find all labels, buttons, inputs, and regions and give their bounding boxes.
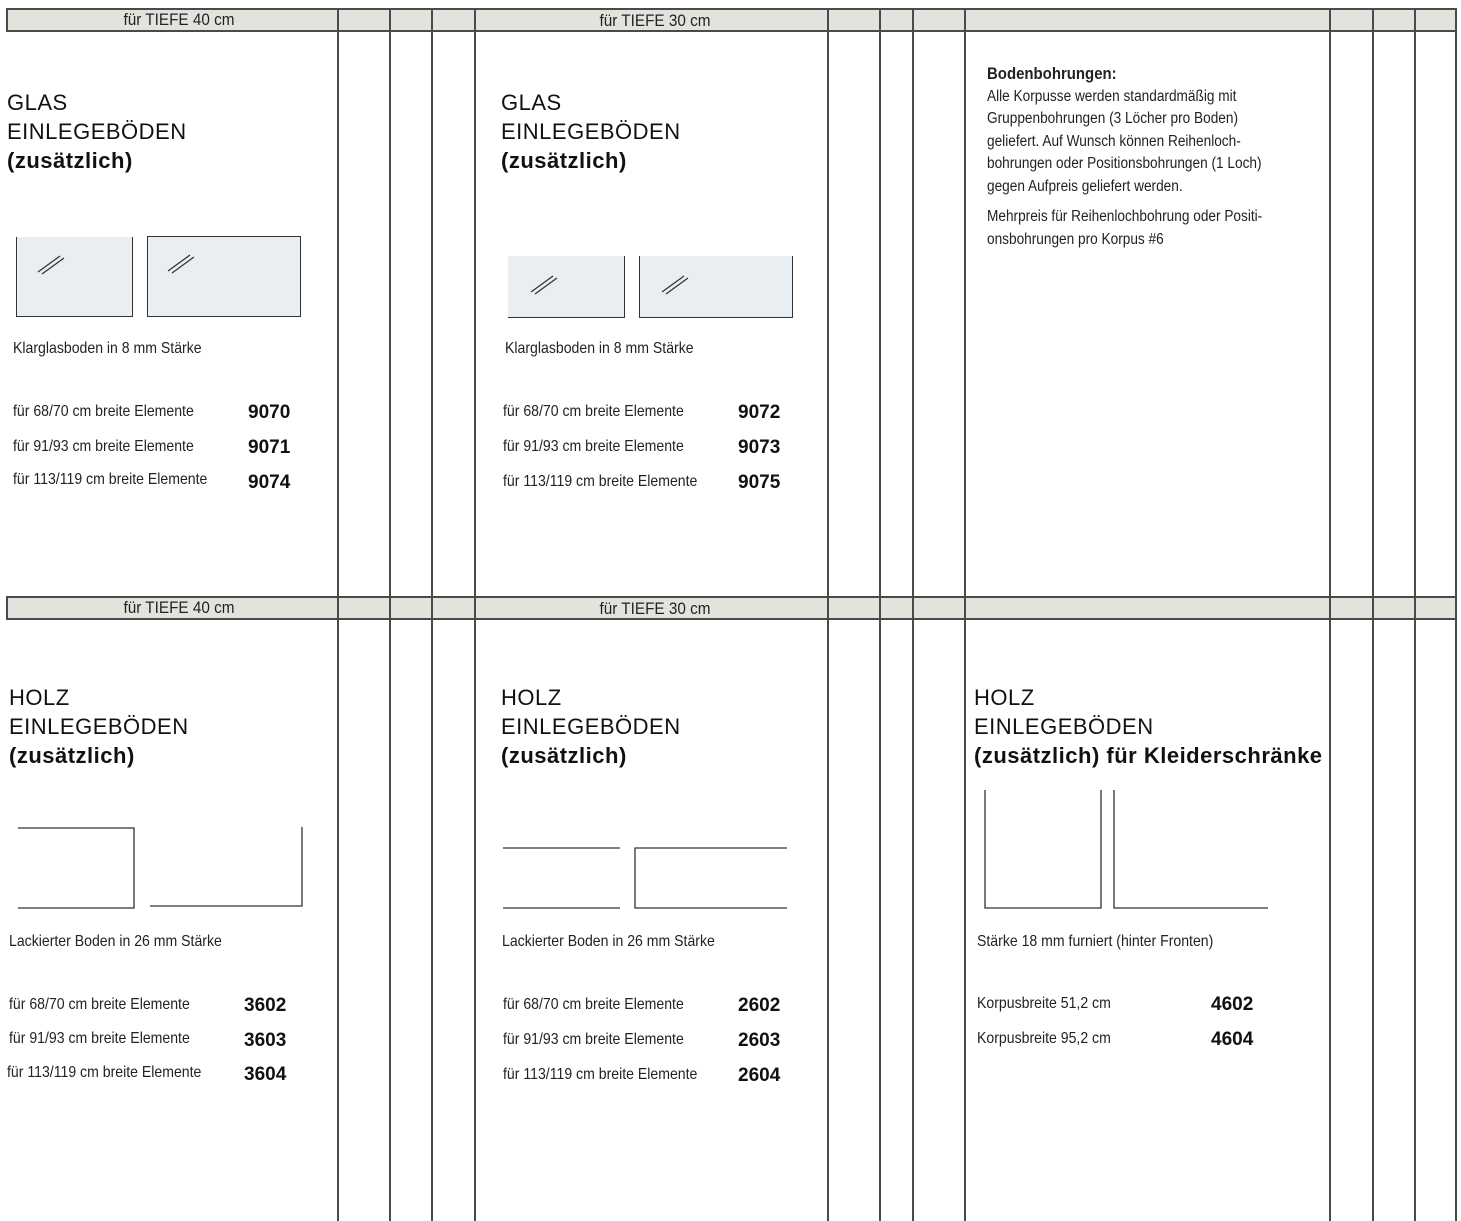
column-rule <box>431 8 433 1221</box>
title-line-bold: (zusätzlich) <box>501 148 627 173</box>
note-heading: Bodenbohrungen: <box>987 64 1117 83</box>
section-title: HOLZ EINLEGEBÖDEN (zusätzlich) für Kleid… <box>974 683 1323 770</box>
shelf-description: Stärke 18 mm furniert (hinter Fronten) <box>977 933 1214 950</box>
section-title: GLAS EINLEGEBÖDEN (zusätzlich) <box>7 88 187 175</box>
note-line: geliefert. Auf Wunsch können Reihenloch- <box>987 132 1241 150</box>
column-rule <box>337 8 339 1221</box>
title-line: EINLEGEBÖDEN <box>501 119 681 144</box>
article-number: 9071 <box>248 437 291 458</box>
column-rule <box>6 596 8 619</box>
article-number: 9075 <box>738 472 781 493</box>
note-line: gegen Aufpreis geliefert werden. <box>987 177 1183 195</box>
width-label: für 113/119 cm breite Elemente <box>503 473 698 490</box>
article-number: 3604 <box>244 1064 287 1085</box>
shelf-description: Lackierter Boden in 26 mm Stärke <box>502 933 715 950</box>
depth-label: für TIEFE 40 cm <box>123 598 235 617</box>
width-label: Korpusbreite 51,2 cm <box>977 995 1111 1012</box>
title-line-bold: (zusätzlich) <box>7 148 133 173</box>
note-paragraph: Alle Korpusse werden standardmäßig mit G… <box>987 86 1314 199</box>
width-label: für 68/70 cm breite Elemente <box>503 403 684 420</box>
depth-label: für TIEFE 30 cm <box>599 11 711 30</box>
article-number: 9074 <box>248 472 291 493</box>
width-label: für 68/70 cm breite Elemente <box>9 996 190 1013</box>
article-number: 2602 <box>738 995 781 1016</box>
section-title: HOLZ EINLEGEBÖDEN (zusätzlich) <box>501 683 681 770</box>
width-label: für 91/93 cm breite Elemente <box>503 438 684 455</box>
column-rule <box>1455 8 1457 1221</box>
column-rule <box>1372 8 1374 1221</box>
note-line: Gruppenbohrungen (3 Löcher pro Boden) <box>987 110 1239 127</box>
column-rule <box>474 8 476 1221</box>
article-number: 4604 <box>1211 1029 1254 1050</box>
note-paragraph: Mehrpreis für Reihenlochbohrung oder Pos… <box>987 206 1314 251</box>
width-label: für 113/119 cm breite Elemente <box>13 471 208 488</box>
wardrobe-shelf-illustration <box>984 790 1268 909</box>
column-rule <box>389 8 391 1221</box>
glass-shelf-small-illustration <box>508 256 625 318</box>
title-line: EINLEGEBÖDEN <box>7 119 187 144</box>
glass-shelf-small-illustration <box>16 237 133 317</box>
section-title: GLAS EINLEGEBÖDEN (zusätzlich) <box>501 88 681 175</box>
title-line: HOLZ <box>974 685 1035 710</box>
column-rule <box>827 8 829 1221</box>
width-label: für 113/119 cm breite Elemente <box>7 1064 202 1081</box>
title-line: EINLEGEBÖDEN <box>9 714 189 739</box>
width-label: Korpusbreite 95,2 cm <box>977 1030 1111 1047</box>
article-number: 2603 <box>738 1030 781 1051</box>
width-label: für 91/93 cm breite Elemente <box>503 1031 684 1048</box>
title-line-bold: (zusätzlich) <box>501 743 627 768</box>
note-line: onsbohrungen pro Korpus #6 <box>987 230 1164 248</box>
section-title: HOLZ EINLEGEBÖDEN (zusätzlich) <box>9 683 189 770</box>
title-line-bold: (zusätzlich) für Kleiderschränke <box>974 743 1323 768</box>
article-number: 9070 <box>248 402 291 423</box>
column-rule <box>912 8 914 1221</box>
title-line: EINLEGEBÖDEN <box>974 714 1154 739</box>
note-line: Alle Korpusse werden standardmäßig mit <box>987 87 1237 105</box>
column-rule <box>879 8 881 1221</box>
article-number: 2604 <box>738 1065 781 1086</box>
column-rule <box>1414 8 1416 1221</box>
column-rule <box>964 8 966 1221</box>
width-label: für 68/70 cm breite Elemente <box>503 996 684 1013</box>
title-line-bold: (zusätzlich) <box>9 743 135 768</box>
article-number: 3603 <box>244 1030 287 1051</box>
column-rule <box>6 8 8 31</box>
article-number: 3602 <box>244 995 287 1016</box>
column-rule <box>1329 8 1331 1221</box>
depth-label: für TIEFE 30 cm <box>599 599 711 618</box>
note-line: bohrungen oder Positionsbohrungen (1 Loc… <box>987 155 1262 172</box>
article-number: 9072 <box>738 402 781 423</box>
article-number: 4602 <box>1211 994 1254 1015</box>
wood-shelf-illustration <box>18 827 303 909</box>
glass-reflection-icon <box>661 275 689 295</box>
note-line: Mehrpreis für Reihenlochbohrung oder Pos… <box>987 208 1263 225</box>
title-line: EINLEGEBÖDEN <box>501 714 681 739</box>
title-line: HOLZ <box>501 685 562 710</box>
width-label: für 68/70 cm breite Elemente <box>13 403 194 420</box>
glass-reflection-icon <box>167 254 195 274</box>
title-line: HOLZ <box>9 685 70 710</box>
drilling-note: Bodenbohrungen: Alle Korpusse werden sta… <box>987 63 1314 251</box>
glass-reflection-icon <box>530 275 558 295</box>
width-label: für 91/93 cm breite Elemente <box>9 1030 190 1047</box>
title-line: GLAS <box>501 90 562 115</box>
glass-reflection-icon <box>37 255 65 275</box>
shelf-description: Klarglasboden in 8 mm Stärke <box>13 340 202 357</box>
shelf-description: Lackierter Boden in 26 mm Stärke <box>9 933 222 950</box>
depth-label: für TIEFE 40 cm <box>123 10 235 29</box>
shelf-description: Klarglasboden in 8 mm Stärke <box>505 340 694 357</box>
title-line: GLAS <box>7 90 68 115</box>
wood-shelf-illustration <box>503 847 787 909</box>
width-label: für 91/93 cm breite Elemente <box>13 438 194 455</box>
article-number: 9073 <box>738 437 781 458</box>
width-label: für 113/119 cm breite Elemente <box>503 1066 698 1083</box>
